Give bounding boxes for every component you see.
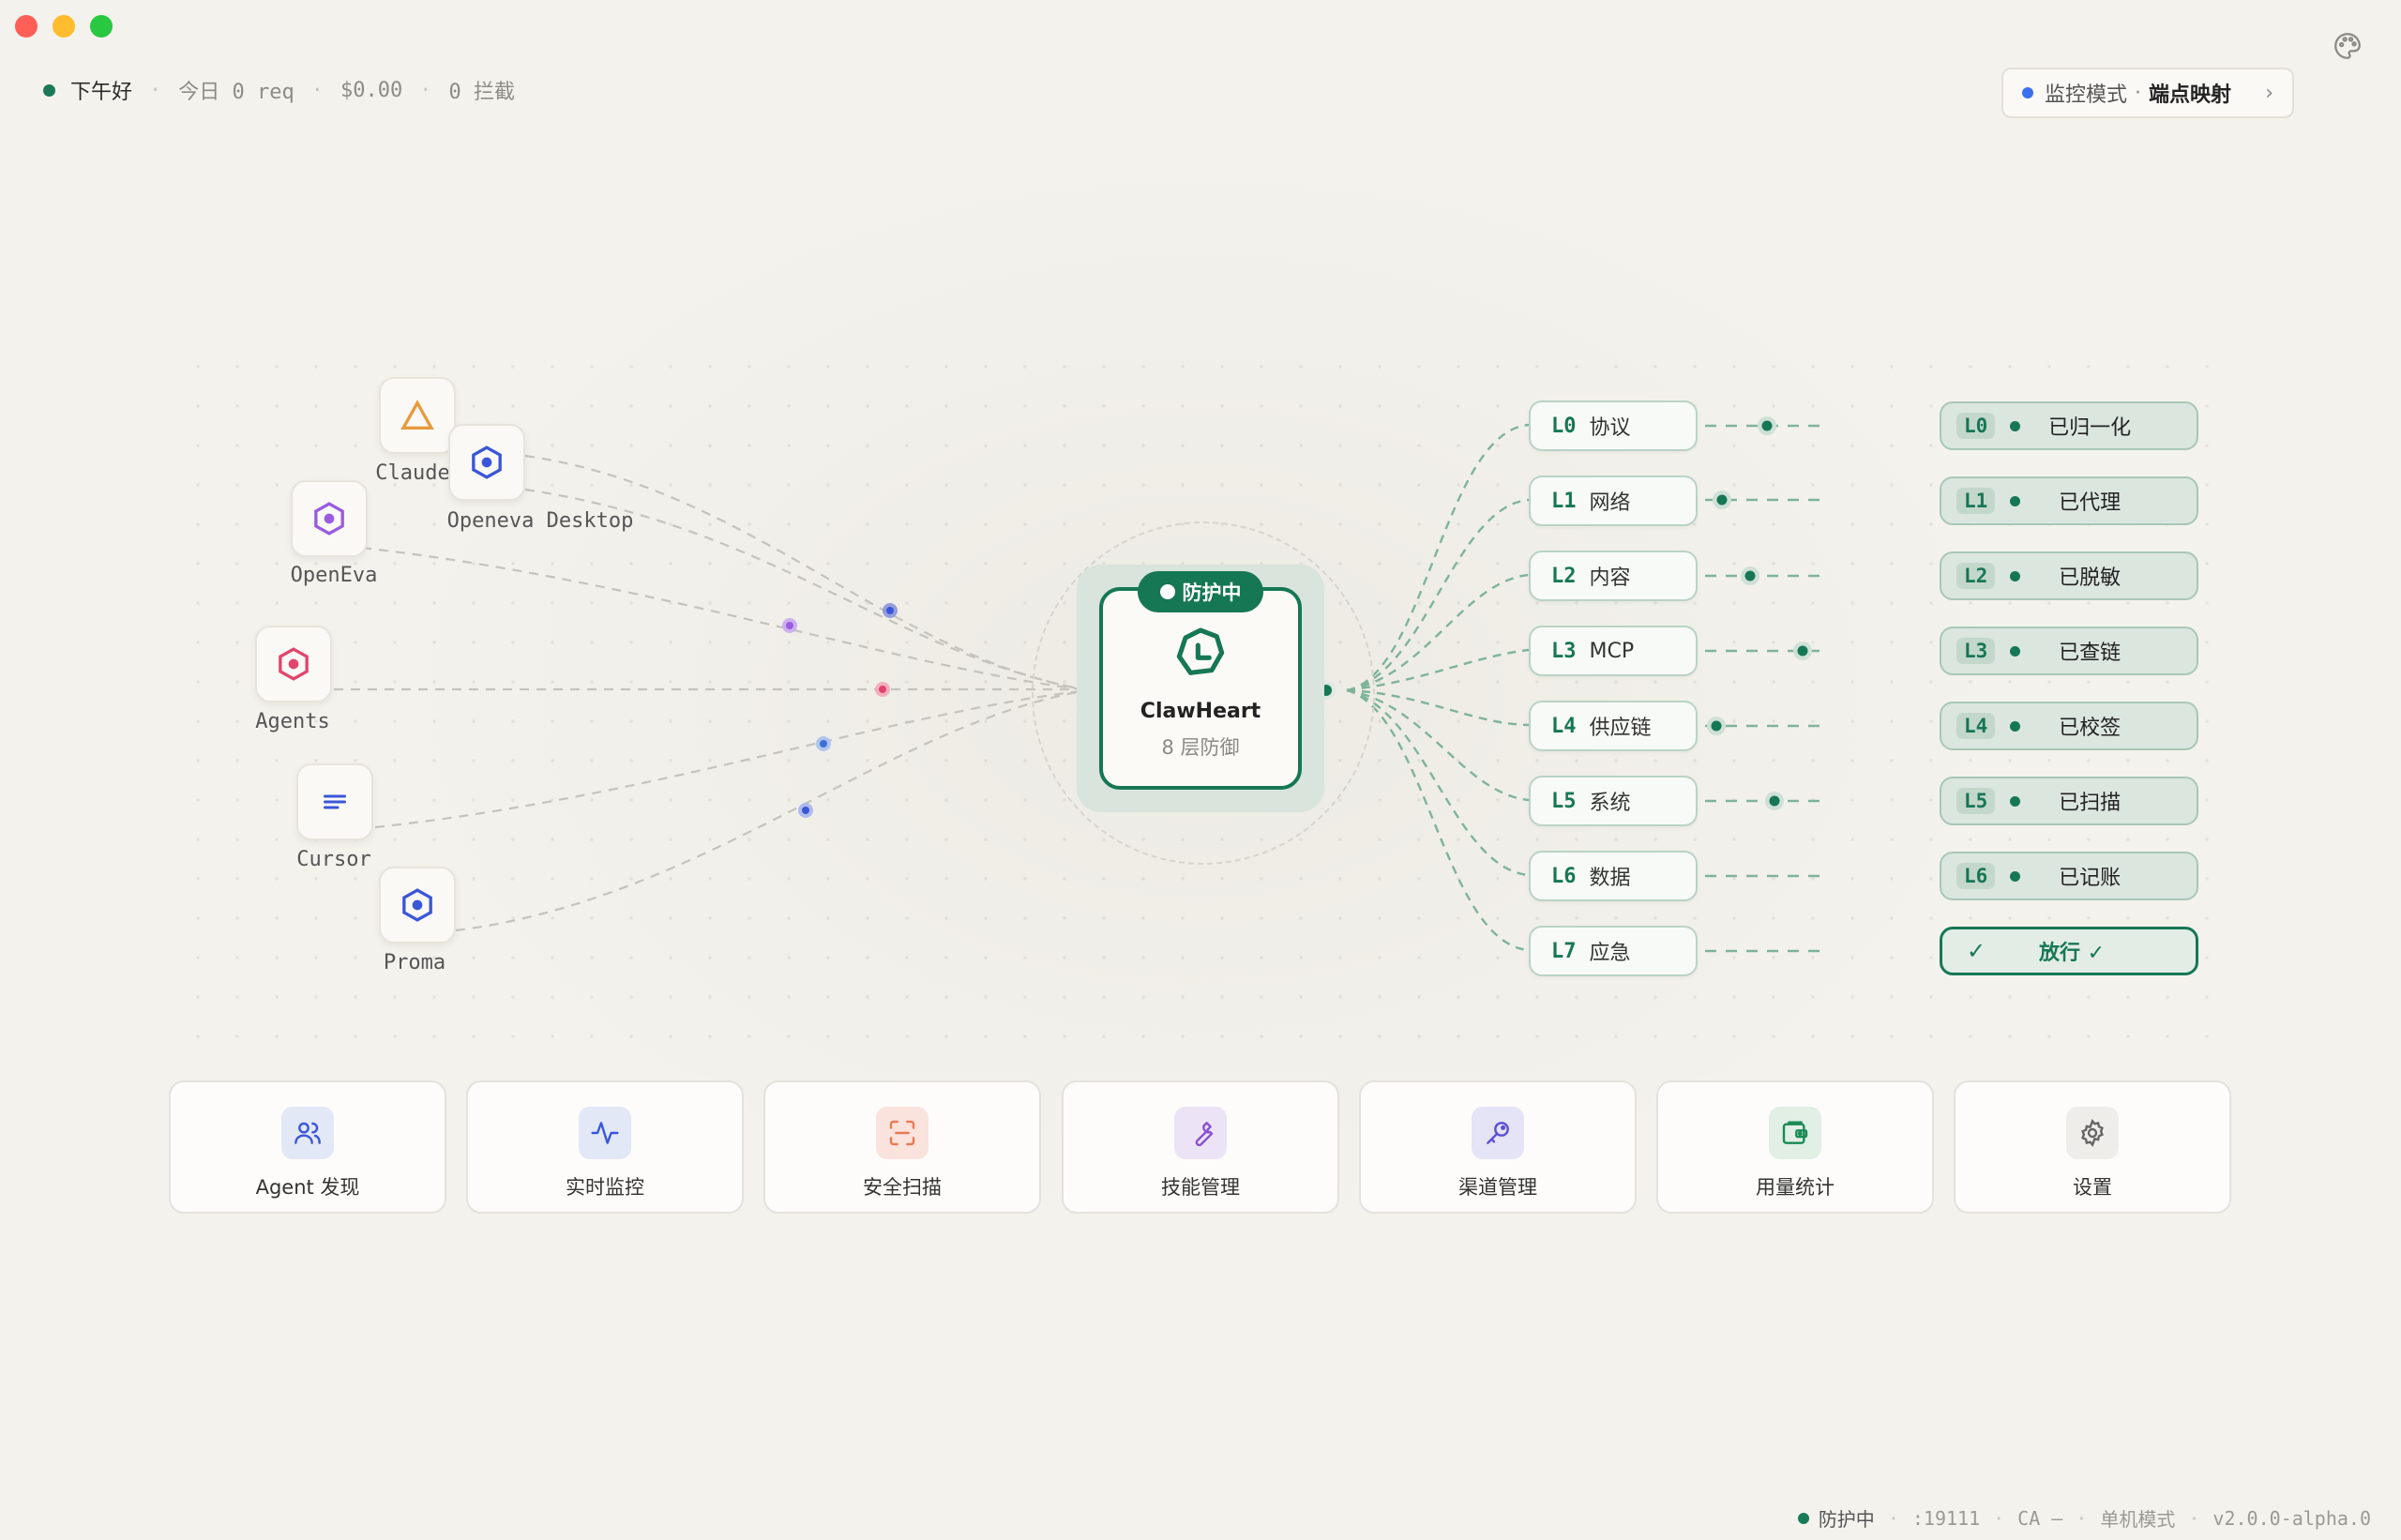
agent-tile-openeva[interactable] bbox=[291, 480, 368, 557]
greeting: 下午好 bbox=[70, 81, 133, 104]
hexagon-icon bbox=[472, 445, 502, 479]
protection-status-badge: 防护中 bbox=[1138, 571, 1263, 612]
check-icon: ✓ bbox=[1967, 938, 1986, 964]
chevron-right-icon: › bbox=[2265, 81, 2273, 105]
agent-label-agents: Agents bbox=[255, 710, 330, 733]
today-requests: 今日 0 req bbox=[178, 81, 294, 104]
agent-tile-agents[interactable] bbox=[255, 626, 332, 702]
layer-pill-l0[interactable]: L0 协议 bbox=[1529, 400, 1698, 451]
layer-pill-l7[interactable]: L7 应急 bbox=[1529, 926, 1698, 976]
zoom-button[interactable] bbox=[90, 15, 113, 38]
layer-pill-l1[interactable]: L1 网络 bbox=[1529, 476, 1698, 526]
nav-card-skill-management[interactable]: 技能管理 bbox=[1062, 1080, 1339, 1214]
clawheart-logo-icon bbox=[1176, 627, 1225, 675]
status-line: 下午好 · 今日 0 req · $0.00 · 0 拦截 bbox=[43, 75, 515, 105]
result-pill-l3[interactable]: L3 已查链 bbox=[1940, 627, 2198, 675]
result-pill-l4[interactable]: L4 已校签 bbox=[1940, 702, 2198, 750]
layer-pill-l4[interactable]: L4 供应链 bbox=[1529, 701, 1698, 751]
hexagon-icon bbox=[402, 888, 432, 922]
mode-label: 监控模式 bbox=[2045, 83, 2128, 107]
online-indicator bbox=[43, 83, 55, 97]
today-cost: $0.00 bbox=[340, 78, 403, 102]
footer-ca: CA — bbox=[2017, 1506, 2063, 1530]
result-pill-pass[interactable]: ✓ 放行 ✓ bbox=[1940, 927, 2198, 975]
agent-label-claude: Claude bbox=[375, 461, 450, 485]
hub-card[interactable]: ClawHeart 8 层防御 bbox=[1099, 587, 1302, 790]
mode-value: 端点映射 bbox=[2149, 83, 2232, 107]
minimize-button[interactable] bbox=[53, 15, 75, 38]
agent-label-openeva: OpenEva bbox=[290, 564, 378, 587]
hexagon-icon bbox=[279, 647, 309, 681]
result-pill-l1[interactable]: L1 已代理 bbox=[1940, 476, 2198, 525]
result-pill-l0[interactable]: L0 已归一化 bbox=[1940, 401, 2198, 450]
layer-pill-l5[interactable]: L5 系统 bbox=[1529, 776, 1698, 826]
layer-pill-l2[interactable]: L2 内容 bbox=[1529, 551, 1698, 601]
blocked-count: 0 拦截 bbox=[448, 81, 515, 104]
nav-card-agent-discovery[interactable]: Agent 发现 bbox=[169, 1080, 446, 1214]
key-icon bbox=[1487, 1122, 1509, 1144]
hexagon-icon bbox=[314, 502, 344, 536]
palette-icon[interactable] bbox=[2332, 30, 2363, 62]
layer-pill-l3[interactable]: L3 MCP bbox=[1529, 626, 1698, 676]
hub-subtitle: 8 层防御 bbox=[1161, 736, 1240, 759]
nav-card-usage-stats[interactable]: 用量统计 bbox=[1656, 1080, 1934, 1214]
nav-card-live-monitor[interactable]: 实时监控 bbox=[466, 1080, 744, 1214]
footer-status: 防护中 bbox=[1818, 1508, 1875, 1531]
traffic-lights bbox=[15, 15, 113, 38]
hub-title: ClawHeart bbox=[1140, 700, 1261, 723]
status-footer: 防护中 · :19111 · CA — · 单机模式 · v2.0.0-alph… bbox=[1797, 1504, 2371, 1532]
close-button[interactable] bbox=[15, 15, 38, 38]
users-icon bbox=[294, 1122, 321, 1144]
nav-card-channel-management[interactable]: 渠道管理 bbox=[1359, 1080, 1637, 1214]
agent-tile-openeva-desktop[interactable] bbox=[448, 424, 525, 501]
footer-version: v2.0.0-alpha.0 bbox=[2212, 1506, 2371, 1530]
layer-pill-l6[interactable]: L6 数据 bbox=[1529, 851, 1698, 901]
agent-label-cursor: Cursor bbox=[296, 848, 371, 871]
wrench-icon bbox=[1195, 1122, 1214, 1147]
footer-mode: 单机模式 bbox=[2100, 1508, 2176, 1531]
nav-card-settings[interactable]: 设置 bbox=[1954, 1080, 2231, 1214]
result-pill-l5[interactable]: L5 已扫描 bbox=[1940, 777, 2198, 825]
agent-label-proma: Proma bbox=[383, 951, 446, 974]
mode-indicator bbox=[2022, 87, 2033, 98]
agent-tile-cursor[interactable] bbox=[296, 763, 373, 840]
footer-port: :19111 bbox=[1911, 1506, 1981, 1530]
agent-label-openeva-desktop: Openeva Desktop bbox=[446, 509, 634, 533]
status-dot-icon bbox=[1797, 1512, 1809, 1524]
result-pill-l2[interactable]: L2 已脱敏 bbox=[1940, 551, 2198, 600]
gear-icon bbox=[2081, 1118, 2104, 1148]
scan-icon bbox=[889, 1120, 915, 1146]
agent-tile-proma[interactable] bbox=[379, 867, 456, 944]
triangle-icon bbox=[400, 400, 434, 430]
mode-switch-button[interactable]: 监控模式 · 端点映射 › bbox=[2001, 68, 2294, 118]
wallet-icon bbox=[1782, 1121, 1808, 1144]
status-dot-icon bbox=[1159, 584, 1175, 599]
activity-icon bbox=[591, 1122, 619, 1144]
lines-icon bbox=[324, 794, 346, 809]
nav-card-security-scan[interactable]: 安全扫描 bbox=[763, 1080, 1041, 1214]
app-window: 下午好 · 今日 0 req · $0.00 · 0 拦截 监控模式 · 端点映… bbox=[0, 0, 2401, 1540]
agent-tile-claude[interactable] bbox=[379, 377, 456, 454]
result-pill-l6[interactable]: L6 已记账 bbox=[1940, 852, 2198, 900]
